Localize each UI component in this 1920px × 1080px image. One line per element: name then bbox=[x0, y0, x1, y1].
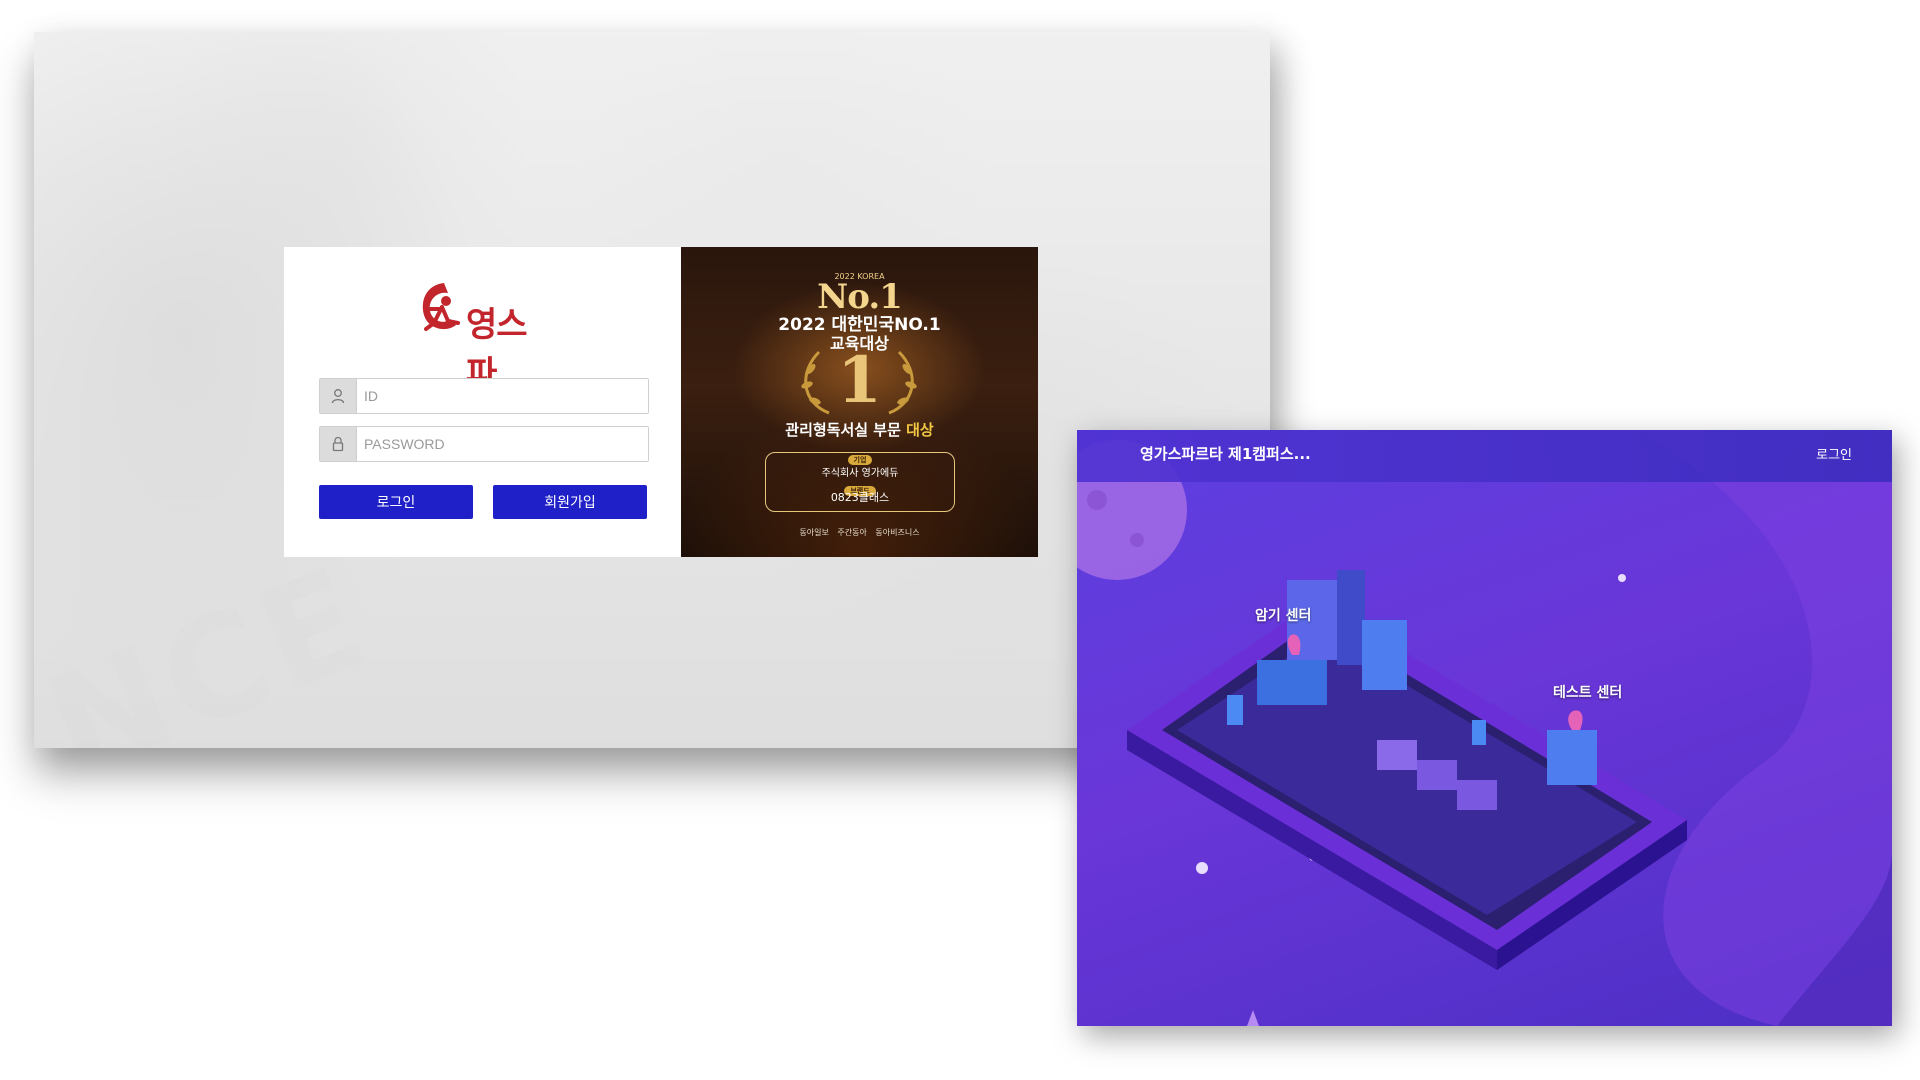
award-brand: 0823클래스 bbox=[830, 491, 890, 504]
campus-title: 영가스파르타 제1캠퍼스... bbox=[1140, 445, 1311, 463]
award-info-box: 기업 주식회사 영가에듀 브랜드 0823클래스 bbox=[765, 452, 955, 512]
campus-screenshot: 영가스파르타 제1캠퍼스... 로그인 암기 센터 테스트 센터 bbox=[1077, 430, 1892, 1026]
award-big-number: 1 bbox=[837, 343, 882, 418]
isometric-campus-illustration bbox=[1077, 430, 1892, 1026]
password-field[interactable] bbox=[319, 426, 649, 462]
runner-logo-icon bbox=[422, 283, 460, 331]
password-input[interactable] bbox=[364, 427, 634, 461]
campus-login-link[interactable]: 로그인 bbox=[1816, 444, 1852, 463]
marker-test-center[interactable]: 테스트 센터 bbox=[1553, 682, 1622, 702]
lock-icon bbox=[320, 427, 357, 461]
award-company: 주식회사 영가에듀 bbox=[821, 468, 899, 479]
signup-button[interactable]: 회원가입 bbox=[493, 485, 647, 519]
login-button[interactable]: 로그인 bbox=[319, 485, 473, 519]
award-category-text: 관리형독서실 부문 bbox=[785, 421, 901, 439]
award-category: 관리형독서실 부문 대상 bbox=[681, 419, 1038, 440]
award-banner: 2022 KOREA No.1 2022 대한민국NO.1 교육대상 1 관리형… bbox=[681, 247, 1038, 557]
marker-memorization-center[interactable]: 암기 센터 bbox=[1255, 605, 1311, 625]
id-input[interactable] bbox=[364, 379, 634, 413]
logo: 영스파 bbox=[416, 279, 556, 394]
user-icon bbox=[320, 379, 357, 413]
award-sponsors: 동아일보 주간동아 동아비즈니스 bbox=[799, 528, 920, 537]
award-category-highlight: 대상 bbox=[906, 421, 934, 439]
login-panel: 영스파 로그인 회원가입 bbox=[284, 247, 681, 557]
id-field[interactable] bbox=[319, 378, 649, 414]
